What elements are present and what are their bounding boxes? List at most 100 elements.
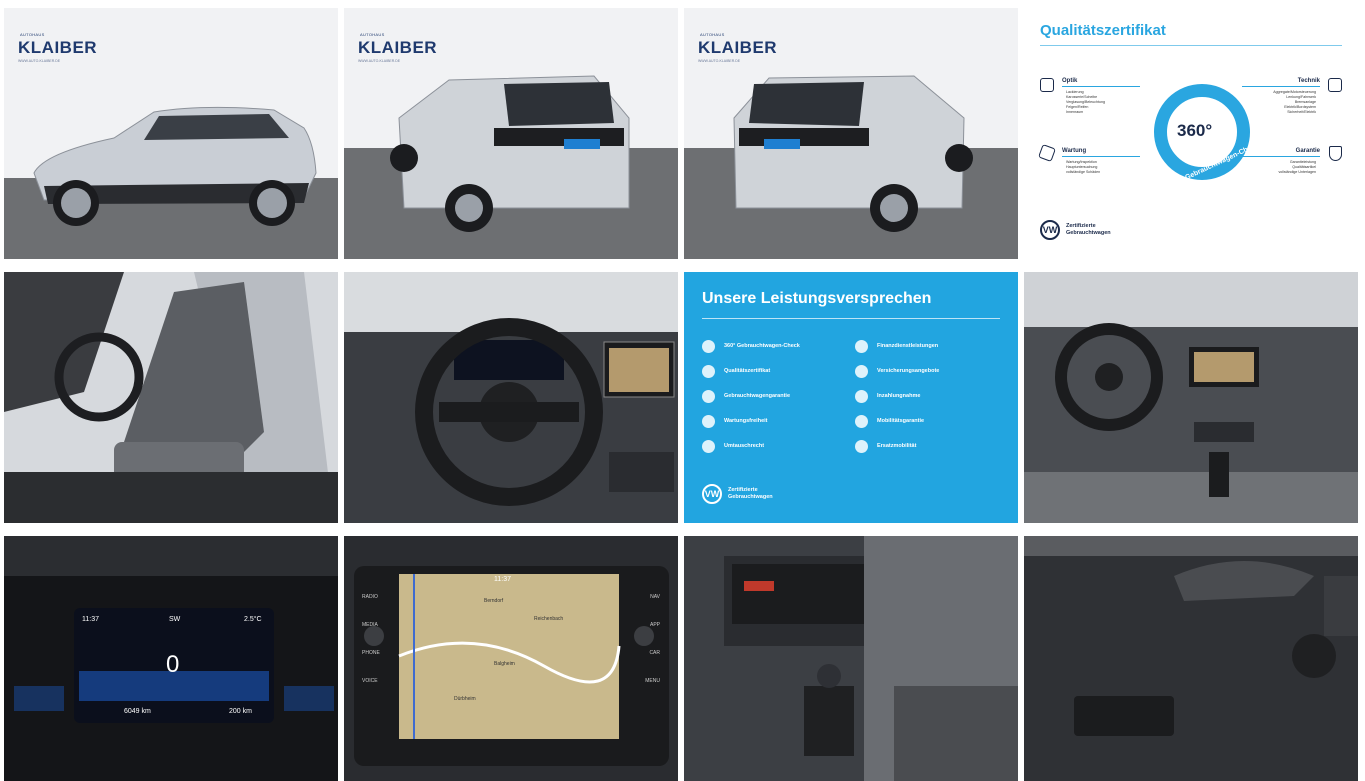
promise-label: 360° Gebrauchtwagen-Check (724, 343, 800, 349)
ring-number: 360° (1177, 121, 1213, 140)
gallery-image-dashboard[interactable] (1024, 272, 1358, 523)
quality-certificate-card[interactable]: Qualitätszertifikat Optik Lackierung Kar… (1024, 8, 1358, 259)
dealer-logo: AUTOHAUS KLAIBER WWW.AUTO-KLAIBER.DE (358, 32, 438, 63)
promises-title: Unsere Leistungsversprechen (702, 290, 932, 307)
media-button[interactable]: MEDIA (362, 611, 380, 639)
gallery-image-center-console[interactable] (684, 536, 1018, 781)
logo-url: WWW.AUTO-KLAIBER.DE (698, 59, 741, 63)
cluster-direction: SW (169, 616, 181, 623)
image-gallery: AUTOHAUS KLAIBER WWW.AUTO-KLAIBER.DE AUT… (0, 0, 1365, 781)
cluster-range: 200 km (229, 708, 252, 715)
shield-icon (1329, 146, 1342, 161)
cluster-speed: 0 (166, 651, 180, 678)
certified-badge: Zertifizierte Gebrauchtwagen (1066, 223, 1111, 236)
nav-right-buttons: NAV APP CAR MENU (645, 583, 660, 695)
promises-list: 360° Gebrauchtwagen-Check Finanzdienstle… (702, 339, 1000, 453)
menu-button[interactable]: MENU (645, 667, 660, 695)
promise-item: Inzahlungnahme (855, 389, 1000, 403)
steering-wheel-photo (344, 272, 678, 523)
gallery-image-side-view[interactable]: AUTOHAUS KLAIBER WWW.AUTO-KLAIBER.DE (4, 8, 338, 259)
dealer-logo: AUTOHAUS KLAIBER WWW.AUTO-KLAIBER.DE (698, 32, 778, 63)
phone-button[interactable]: PHONE (362, 639, 380, 667)
center-console-photo (684, 536, 1018, 781)
logo-brand: KLAIBER (358, 38, 438, 57)
vw-logo-icon: VW (702, 484, 722, 504)
promise-item: 360° Gebrauchtwagen-Check (702, 339, 847, 353)
shield-icon (702, 389, 715, 403)
wartung-heading: Wartung (1062, 148, 1087, 154)
logo-url: WWW.AUTO-KLAIBER.DE (358, 59, 401, 63)
finance-icon (855, 339, 868, 353)
promise-label: Umtauschrecht (724, 443, 765, 449)
car-button[interactable]: CAR (645, 639, 660, 667)
map-place: Berndorf (484, 598, 504, 604)
promise-item: Ersatzmobilität (855, 439, 1000, 453)
dealer-logo: AUTOHAUS KLAIBER WWW.AUTO-KLAIBER.DE (18, 32, 98, 63)
logo-tagline: AUTOHAUS (360, 32, 385, 37)
vw-logo-icon: VW (1040, 220, 1060, 240)
logo-brand: KLAIBER (698, 38, 778, 57)
gallery-image-door-panel[interactable] (1024, 536, 1358, 781)
nav-button[interactable]: NAV (645, 583, 660, 611)
dashboard-photo (1024, 272, 1358, 523)
check-icon (702, 339, 715, 353)
promise-item: Wartungsfreiheit (702, 414, 847, 428)
gallery-image-steering-wheel[interactable] (344, 272, 678, 523)
gallery-image-rear-left[interactable]: AUTOHAUS KLAIBER WWW.AUTO-KLAIBER.DE (344, 8, 678, 259)
gallery-image-instrument-cluster[interactable]: 11:37 SW 2.5°C 0 6049 km 200 km (4, 536, 338, 781)
garantie-line: vollständige Unterlagen (1278, 170, 1316, 174)
certified-badge: Zertifizierte Gebrauchtwagen (728, 487, 773, 500)
promise-item: Finanzdienstleistungen (855, 339, 1000, 353)
gallery-image-rear-right[interactable]: AUTOHAUS KLAIBER WWW.AUTO-KLAIBER.DE (684, 8, 1018, 259)
optik-heading: Optik (1062, 78, 1078, 84)
gallery-image-navigation[interactable]: 11:37 RADIO MEDIA PHONE VOICE NAV APP CA… (344, 536, 678, 781)
insurance-icon (855, 364, 868, 378)
certificate-icon (702, 364, 715, 378)
logo-url: WWW.AUTO-KLAIBER.DE (18, 59, 61, 63)
logo-brand: KLAIBER (18, 38, 98, 57)
promise-label: Finanzdienstleistungen (877, 343, 939, 349)
title-divider (1040, 45, 1342, 46)
map-place: Reichenbach (534, 616, 564, 622)
promise-item: Versicherungsangebote (855, 364, 1000, 378)
promise-label: Gebrauchtwagengarantie (724, 393, 791, 399)
nav-time: 11:37 (494, 576, 511, 583)
logo-tagline: AUTOHAUS (700, 32, 725, 37)
car-icon (1040, 78, 1054, 92)
wrench-icon (702, 414, 715, 428)
promise-item: Gebrauchtwagengarantie (702, 389, 847, 403)
title-divider (702, 318, 1000, 319)
certificate-title: Qualitätszertifikat (1040, 22, 1166, 39)
technik-section: Technik Aggregate/Motorsteuerung Lenkung… (1242, 78, 1342, 115)
front-seat-photo (4, 272, 338, 523)
promise-item: Mobilitätsgarantie (855, 414, 1000, 428)
promise-label: Ersatzmobilität (877, 443, 917, 449)
promise-label: Inzahlungnahme (877, 393, 921, 399)
trade-in-icon (855, 389, 868, 403)
technik-heading: Technik (1297, 78, 1320, 84)
gallery-image-front-seat[interactable] (4, 272, 338, 523)
app-button[interactable]: APP (645, 611, 660, 639)
logo-tagline: AUTOHAUS (20, 32, 45, 37)
promise-label: Mobilitätsgarantie (877, 418, 925, 424)
exchange-icon (702, 439, 715, 453)
service-promises-card[interactable]: Unsere Leistungsversprechen 360° Gebrauc… (684, 272, 1018, 523)
cluster-odometer: 6049 km (124, 708, 151, 715)
engine-icon (1328, 78, 1342, 92)
map-place: Dürbheim (454, 696, 476, 702)
promise-item: Umtauschrecht (702, 439, 847, 453)
voice-button[interactable]: VOICE (362, 667, 380, 695)
wartung-line: vollständige Schäden (1066, 170, 1101, 174)
optik-line: Innenraum (1066, 110, 1084, 114)
radio-button[interactable]: RADIO (362, 583, 380, 611)
promise-label: Qualitätszertifikat (724, 368, 771, 374)
navigation-photo (344, 536, 678, 781)
replacement-car-icon (855, 439, 868, 453)
technik-line: Sicherheit/Elektrik (1287, 110, 1316, 114)
nav-left-buttons: RADIO MEDIA PHONE VOICE (362, 583, 380, 695)
garantie-section: Garantie Garantieleistung Qualitätsartik… (1242, 148, 1342, 175)
cluster-temp: 2.5°C (244, 616, 262, 623)
optik-section: Optik Lackierung Karosserie/Scheibe Verg… (1040, 78, 1140, 115)
wartung-section: Wartung Wartung/Inspektion Hauptuntersuc… (1040, 148, 1140, 175)
map-place: Balgheim (494, 661, 515, 667)
